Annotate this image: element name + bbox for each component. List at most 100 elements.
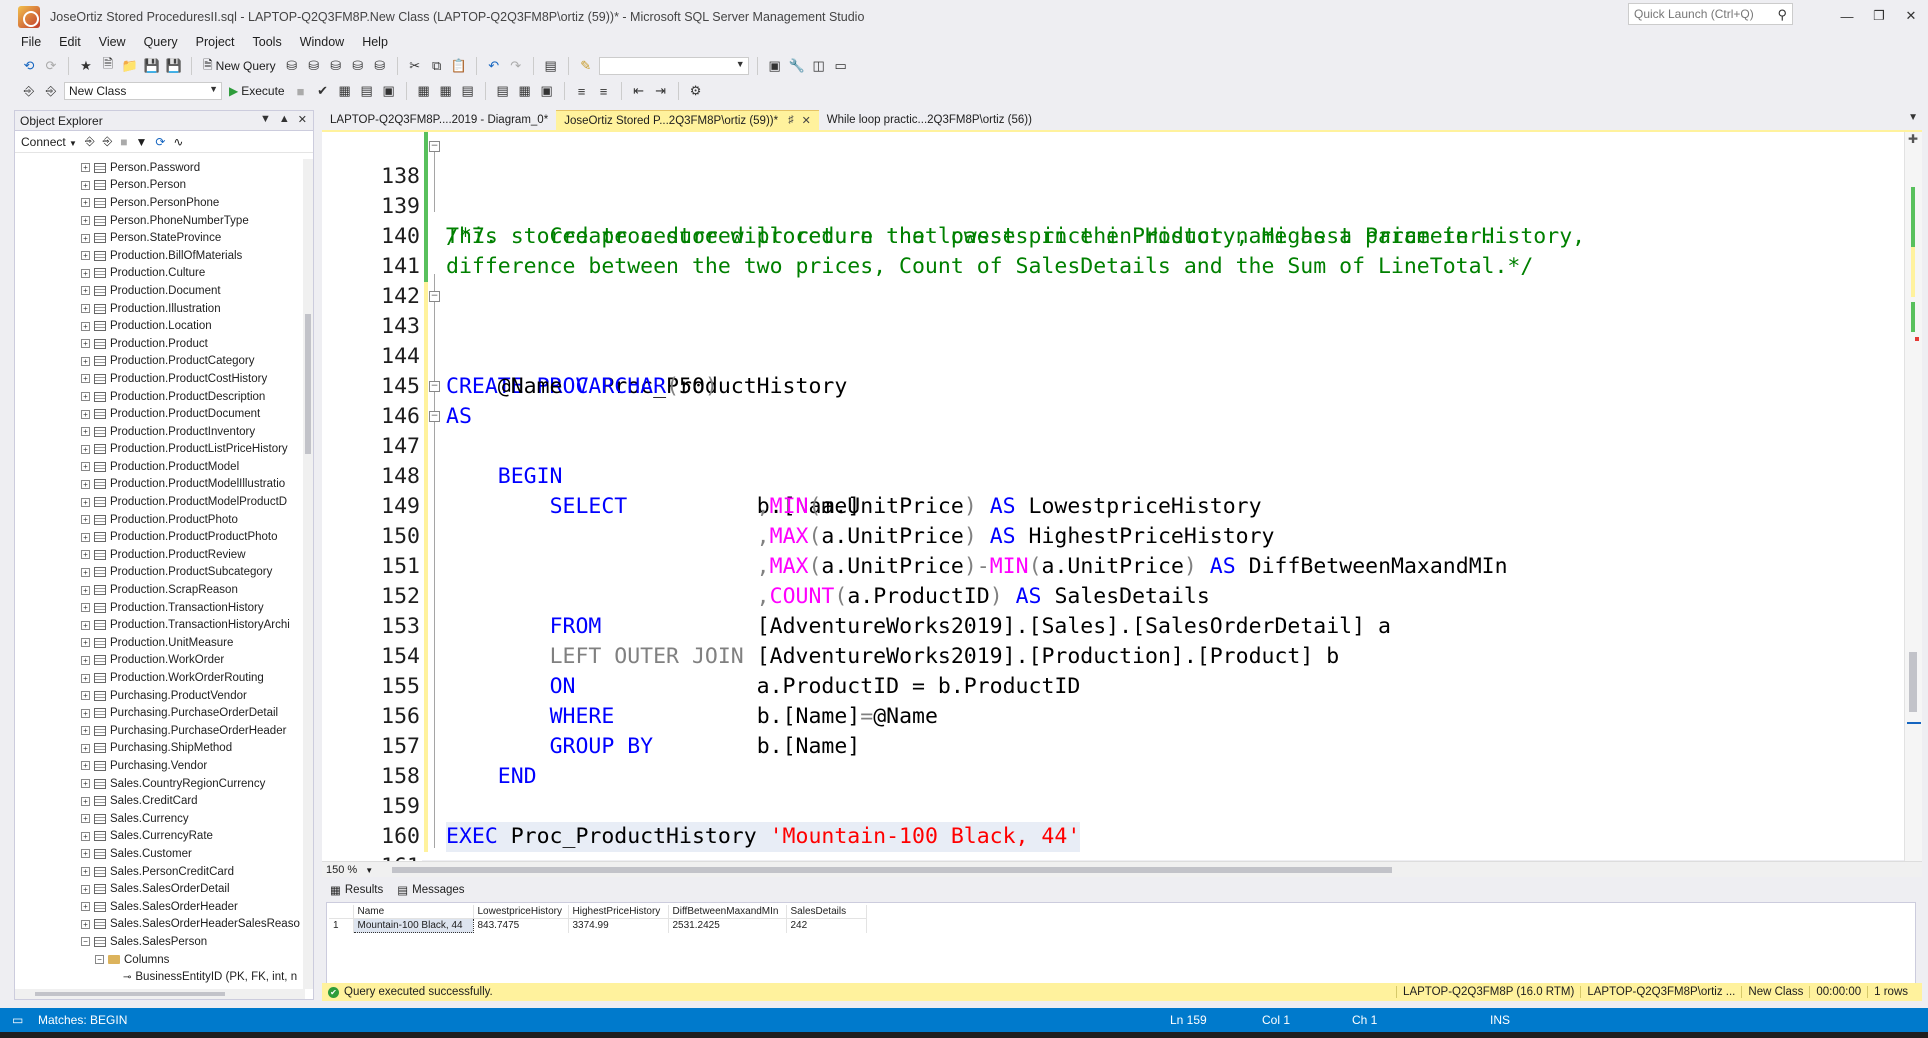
connect-dropdown[interactable]: Connect ▼ — [21, 135, 77, 149]
table-cell[interactable]: 242 — [786, 918, 867, 933]
collapse-icon[interactable]: − — [429, 141, 440, 152]
expand-icon[interactable]: + — [81, 603, 90, 613]
dmx-query-icon[interactable]: ⛁ — [327, 57, 345, 75]
expand-icon[interactable]: + — [81, 515, 90, 525]
sql-editor[interactable]: 138 − /*7. Create a stored procedure tha… — [322, 130, 1922, 879]
column-header[interactable]: SalesDetails — [786, 905, 867, 919]
quick-launch-input[interactable]: Quick Launch (Ctrl+Q) ⚲ — [1628, 3, 1793, 25]
tree-item-table[interactable]: + Production.ProductCategory — [15, 353, 305, 371]
dax-query-icon[interactable]: ⛁ — [371, 57, 389, 75]
expand-icon[interactable]: + — [81, 356, 90, 366]
expand-icon[interactable]: + — [81, 180, 90, 190]
tree-item-table[interactable]: + Sales.CreditCard — [15, 792, 305, 810]
menu-window[interactable]: Window — [291, 35, 353, 49]
output-window-icon[interactable]: ▭ — [12, 1013, 23, 1027]
expand-icon[interactable]: + — [81, 673, 90, 683]
tree-item-table[interactable]: + Production.ProductProductPhoto — [15, 528, 305, 546]
expand-icon[interactable]: + — [81, 497, 90, 507]
redo-icon[interactable]: ↷ — [507, 57, 525, 75]
scrollbar-thumb[interactable] — [1909, 652, 1917, 712]
tab-diagram[interactable]: LAPTOP-Q2Q3FM8P....2019 - Diagram_0* — [322, 110, 556, 130]
copy-icon[interactable]: ⧉ — [428, 57, 446, 75]
database-query-icon[interactable]: ⛁ — [283, 57, 301, 75]
forward-icon[interactable]: ⟳ — [42, 57, 60, 75]
find-icon[interactable]: ✎ — [577, 57, 595, 75]
scrollbar-thumb[interactable] — [305, 314, 311, 454]
tree-item-table[interactable]: + Production.Illustration — [15, 300, 305, 318]
actual-plan-icon[interactable]: ▦ — [415, 82, 433, 100]
expand-icon[interactable]: + — [81, 251, 90, 261]
expand-icon[interactable]: + — [81, 427, 90, 437]
expand-icon[interactable]: + — [81, 620, 90, 630]
menu-file[interactable]: File — [12, 35, 50, 49]
expand-icon[interactable]: + — [81, 779, 90, 789]
database-selector[interactable]: New Class ▼ — [64, 82, 222, 100]
tree-item-table[interactable]: + Production.BillOfMaterials — [15, 247, 305, 265]
expand-icon[interactable]: + — [81, 849, 90, 859]
close-icon[interactable]: ✕ — [802, 114, 811, 127]
collapse-icon[interactable]: − — [429, 411, 440, 422]
object-explorer-vertical-scrollbar[interactable] — [303, 159, 313, 989]
expand-icon[interactable]: + — [81, 726, 90, 736]
expand-icon[interactable]: + — [81, 163, 90, 173]
activity-icon[interactable]: ∿ — [173, 135, 183, 149]
expand-icon[interactable]: + — [81, 409, 90, 419]
query-designer-icon[interactable]: ▤ — [358, 82, 376, 100]
expand-icon[interactable]: + — [81, 321, 90, 331]
disconnect-icon[interactable]: ⎆ — [103, 134, 113, 149]
connect-icon[interactable]: ⎆ — [20, 82, 38, 100]
estimated-plan-icon[interactable]: ▦ — [336, 82, 354, 100]
results-to-text-icon[interactable]: ▤ — [494, 82, 512, 100]
decrease-indent-icon[interactable]: ⇤ — [630, 82, 648, 100]
tree-item-table[interactable]: + Sales.CurrencyRate — [15, 828, 305, 846]
expand-icon[interactable]: + — [81, 884, 90, 894]
tree-item-table[interactable]: + Sales.CountryRegionCurrency — [15, 775, 305, 793]
expand-icon[interactable]: + — [81, 462, 90, 472]
tree-item-table[interactable]: + Person.Password — [15, 159, 305, 177]
column-header[interactable]: Name — [353, 905, 474, 919]
collapse-icon[interactable]: − — [81, 937, 90, 947]
tree-item-table[interactable]: + Production.Document — [15, 282, 305, 300]
collapse-icon[interactable]: − — [429, 381, 440, 392]
tree-item-table[interactable]: + Production.ProductModelProductD — [15, 493, 305, 511]
tab-results[interactable]: ▦ Results — [330, 883, 383, 897]
tree-item-columns-folder[interactable]: − Columns — [15, 951, 305, 969]
pin-icon[interactable]: ▲ — [279, 113, 290, 126]
tree-item-table[interactable]: + Production.ProductModelIllustratio — [15, 476, 305, 494]
connect-object-icon[interactable]: ⎆ — [85, 134, 95, 149]
tree-item-table[interactable]: + Production.Product — [15, 335, 305, 353]
expand-icon[interactable]: + — [81, 198, 90, 208]
tree-item-table[interactable]: + Production.ScrapReason — [15, 581, 305, 599]
new-query-button[interactable]: 🗎 New Query — [200, 56, 279, 77]
tree-item-table[interactable]: + Production.ProductInventory — [15, 423, 305, 441]
tree-item-table[interactable]: + Purchasing.ProductVendor — [15, 687, 305, 705]
expand-icon[interactable]: + — [81, 814, 90, 824]
expand-icon[interactable]: + — [81, 761, 90, 771]
expand-icon[interactable]: + — [81, 268, 90, 278]
tree-item-table[interactable]: + Purchasing.PurchaseOrderDetail — [15, 704, 305, 722]
expand-icon[interactable]: + — [81, 286, 90, 296]
client-stats-icon[interactable]: ▤ — [459, 82, 477, 100]
expand-icon[interactable]: + — [81, 304, 90, 314]
tree-item-table[interactable]: + Person.Person — [15, 177, 305, 195]
expand-icon[interactable]: + — [81, 216, 90, 226]
column-header[interactable]: HighestPriceHistory — [568, 905, 669, 919]
column-header[interactable]: LowestpriceHistory — [473, 905, 569, 919]
tree-item-table[interactable]: + Person.StateProvince — [15, 229, 305, 247]
tree-item-table[interactable]: + Production.ProductReview — [15, 546, 305, 564]
expand-icon[interactable]: + — [81, 233, 90, 243]
save-all-icon[interactable]: 💾 — [165, 57, 183, 75]
comment-icon[interactable]: ≡ — [573, 82, 591, 100]
collapse-icon[interactable]: − — [95, 955, 104, 965]
tree-item-table[interactable]: + Sales.SalesOrderDetail — [15, 880, 305, 898]
expand-icon[interactable]: + — [81, 743, 90, 753]
expand-icon[interactable]: + — [81, 374, 90, 384]
expand-icon[interactable]: + — [81, 567, 90, 577]
tree-item-table[interactable]: + Production.ProductPhoto — [15, 511, 305, 529]
tree-item-table[interactable]: + Sales.Customer — [15, 845, 305, 863]
properties-icon[interactable]: 🔧 — [788, 57, 806, 75]
cancel-query-icon[interactable]: ■ — [292, 82, 310, 100]
tree-item-table[interactable]: + Sales.SalesOrderHeader — [15, 898, 305, 916]
expand-icon[interactable]: + — [81, 831, 90, 841]
tree-item-table[interactable]: + Purchasing.PurchaseOrderHeader — [15, 722, 305, 740]
